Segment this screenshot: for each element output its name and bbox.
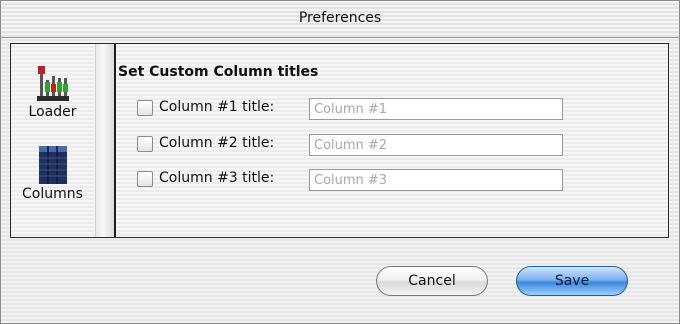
column-2-label: Column #2 title:	[159, 135, 275, 151]
save-button[interactable]: Save	[516, 266, 628, 296]
title-bar[interactable]: Preferences	[1, 1, 679, 38]
window-title: Preferences	[298, 10, 382, 26]
loader-icon	[35, 62, 71, 104]
sidebar-item-label: Loader	[28, 104, 77, 120]
column-1-label: Column #1 title:	[159, 99, 275, 115]
section-title: Set Custom Column titles	[118, 64, 319, 80]
column-2-checkbox[interactable]	[137, 136, 153, 152]
column-2-title-input[interactable]	[309, 134, 563, 156]
sidebar-item-loader[interactable]: Loader	[11, 62, 94, 120]
column-3-label: Column #3 title:	[159, 170, 275, 186]
preferences-panel: Loader Columns Set Custom Column titles …	[10, 43, 669, 238]
sidebar: Loader Columns	[11, 44, 94, 237]
sidebar-item-columns[interactable]: Columns	[11, 144, 94, 202]
cancel-button[interactable]: Cancel	[376, 266, 488, 296]
column-1-checkbox[interactable]	[137, 100, 153, 116]
panel-divider	[114, 44, 116, 237]
columns-icon	[35, 144, 71, 186]
preferences-window: Preferences Loader Columns Set Custom Co…	[0, 0, 680, 324]
column-3-checkbox[interactable]	[137, 171, 153, 187]
sidebar-scrollbar[interactable]	[95, 44, 114, 237]
sidebar-item-label: Columns	[22, 186, 83, 202]
column-1-title-input[interactable]	[309, 98, 563, 120]
column-3-title-input[interactable]	[309, 169, 563, 191]
